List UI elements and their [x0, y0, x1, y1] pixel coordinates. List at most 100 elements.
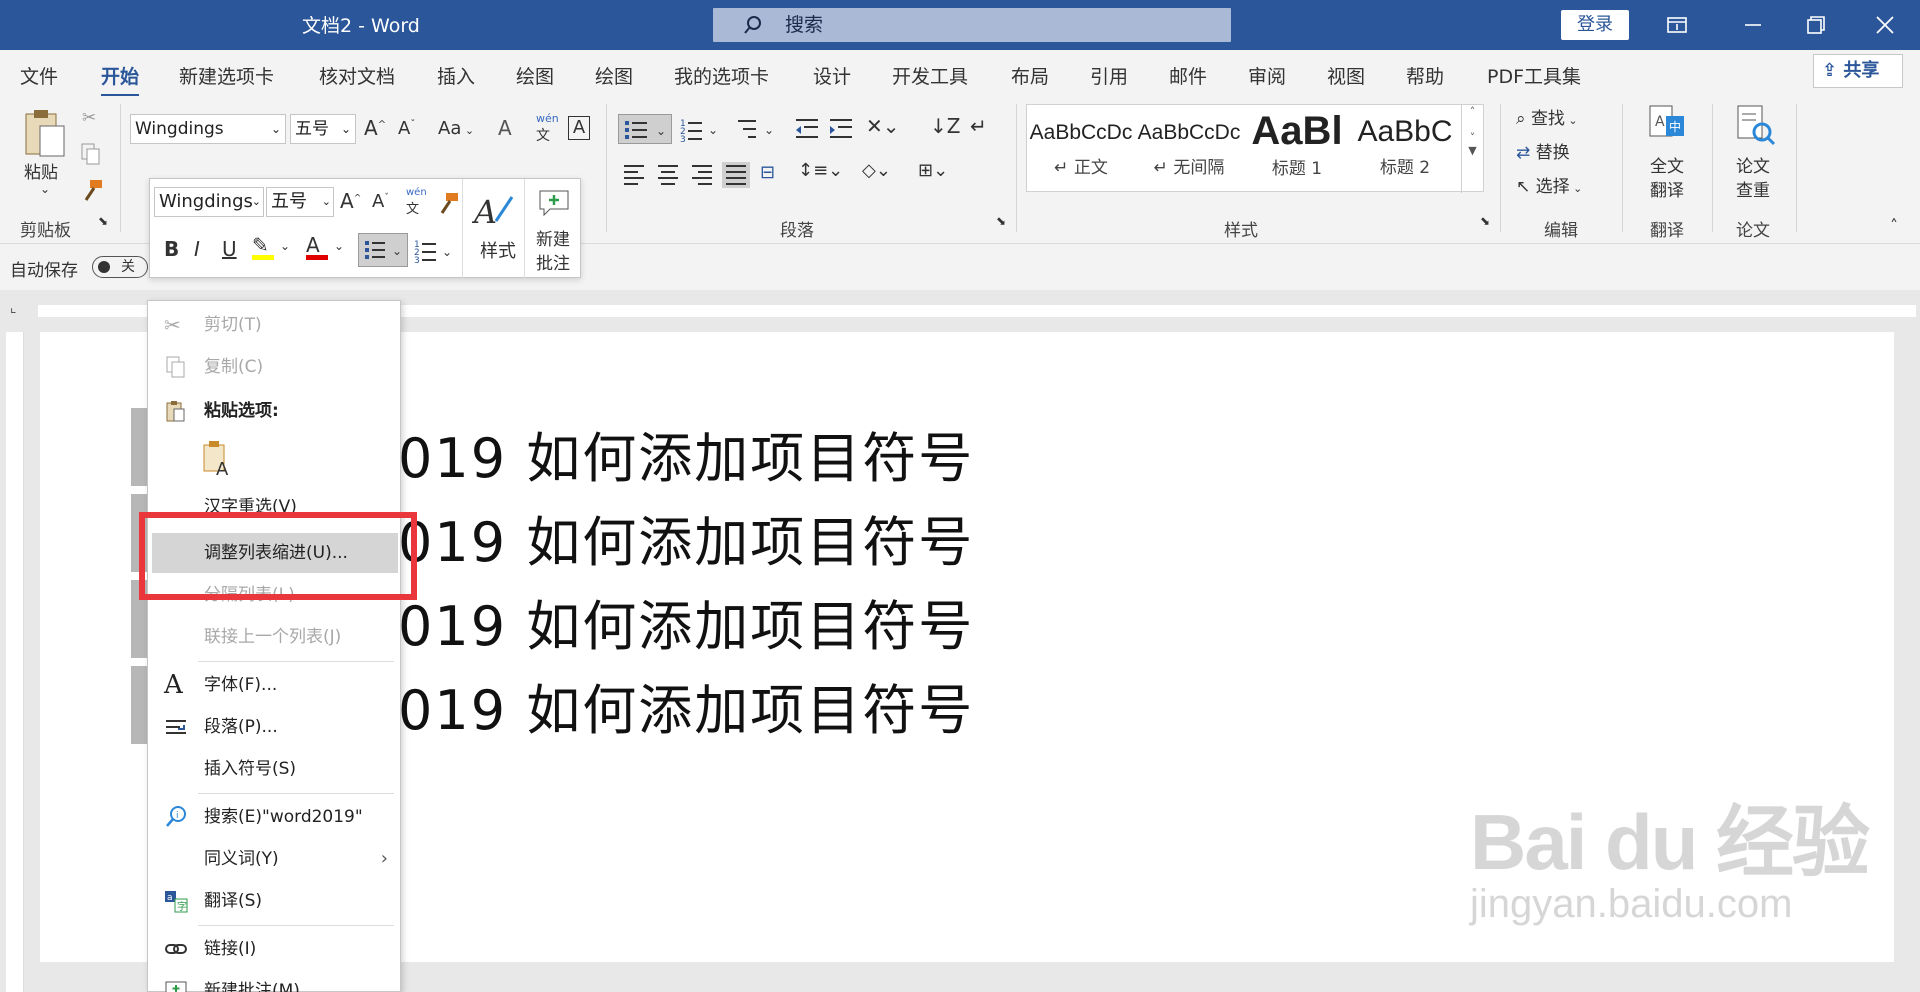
- ribbon-display-options-icon[interactable]: [1664, 12, 1690, 38]
- menu-item-copy[interactable]: 复制(C): [148, 347, 400, 387]
- sort-icon[interactable]: ↓Z: [930, 114, 960, 138]
- tab-review[interactable]: 审阅: [1248, 62, 1286, 89]
- minimize-icon[interactable]: [1740, 12, 1766, 38]
- underline-button[interactable]: U: [222, 237, 237, 261]
- mini-numbering-icon[interactable]: 123⌄: [412, 235, 456, 267]
- tab-selector-icon[interactable]: ⌞: [10, 300, 17, 316]
- decrease-indent-icon[interactable]: [794, 116, 820, 142]
- tab-my-tab[interactable]: 我的选项卡: [674, 62, 769, 89]
- mini-font-size-select[interactable]: 五号 ⌄: [266, 187, 334, 217]
- change-case-button[interactable]: Aa ⌄: [438, 118, 474, 139]
- tab-help[interactable]: 帮助: [1406, 62, 1444, 89]
- tab-draw-1[interactable]: 绘图: [516, 62, 554, 89]
- grow-font-icon[interactable]: A^: [364, 116, 386, 140]
- line-spacing-icon[interactable]: ↕≡⌄: [798, 160, 843, 181]
- document-line[interactable]: 019 如何添加项目符号: [398, 498, 974, 577]
- tab-draw-2[interactable]: 绘图: [595, 62, 633, 89]
- tab-home[interactable]: 开始: [101, 62, 140, 97]
- chevron-down-icon[interactable]: ⌄: [334, 239, 344, 253]
- multilevel-list-icon[interactable]: ⌄: [734, 114, 776, 144]
- mini-bullets-button[interactable]: ⌄: [358, 233, 408, 267]
- numbering-icon[interactable]: 123⌄: [678, 114, 720, 144]
- select-button[interactable]: ↖ 选择 ⌄: [1516, 172, 1582, 197]
- increase-indent-icon[interactable]: [828, 116, 854, 142]
- style-normal[interactable]: AaBbCcDc ↵ 正文: [1027, 105, 1135, 193]
- clipboard-launcher-icon[interactable]: ⬊: [98, 214, 108, 228]
- tab-mailings[interactable]: 邮件: [1169, 62, 1207, 89]
- mini-phonetic-icon[interactable]: wén 文: [406, 187, 427, 217]
- mini-shrink-font-icon[interactable]: Aˇ: [372, 191, 389, 212]
- paste-dropdown-icon[interactable]: ⌄: [40, 182, 50, 196]
- paper-check-icon[interactable]: [1734, 104, 1778, 148]
- tab-developer[interactable]: 开发工具: [892, 62, 968, 89]
- shading-icon[interactable]: ◇⌄: [862, 160, 891, 181]
- close-icon[interactable]: [1872, 12, 1898, 38]
- mini-format-painter-icon[interactable]: [436, 191, 460, 215]
- tab-view[interactable]: 视图: [1327, 62, 1365, 89]
- tab-review-doc[interactable]: 核对文档: [319, 62, 395, 89]
- find-button[interactable]: ⌕ 查找 ⌄: [1516, 104, 1578, 129]
- menu-item-synonyms[interactable]: 同义词(Y) ›: [148, 839, 400, 879]
- menu-item-font[interactable]: A 字体(F)...: [148, 665, 400, 705]
- paste-keep-text-icon[interactable]: A: [202, 439, 234, 479]
- restore-icon[interactable]: [1803, 12, 1829, 38]
- enclose-char-icon[interactable]: A: [568, 116, 590, 140]
- search-box[interactable]: 搜索: [713, 8, 1231, 42]
- replace-button[interactable]: ⇄ 替换: [1516, 138, 1570, 163]
- style-heading-2[interactable]: AaBbC 标题 2: [1351, 105, 1459, 193]
- tab-layout[interactable]: 布局: [1011, 62, 1049, 89]
- italic-button[interactable]: I: [194, 237, 200, 261]
- tab-references[interactable]: 引用: [1090, 62, 1128, 89]
- login-button[interactable]: 登录: [1561, 10, 1629, 40]
- format-painter-icon[interactable]: [80, 178, 104, 202]
- bold-button[interactable]: B: [164, 237, 179, 261]
- font-color-button[interactable]: A: [306, 233, 328, 260]
- mini-font-family-select[interactable]: Wingdings ⌄: [154, 187, 264, 217]
- paragraph-launcher-icon[interactable]: ⬊: [996, 214, 1006, 228]
- menu-item-translate[interactable]: a字 翻译(S): [148, 881, 400, 921]
- mini-new-comment-label-1[interactable]: 新建: [536, 225, 570, 250]
- menu-item-new-comment[interactable]: 新建批注(M): [148, 971, 400, 992]
- tab-design[interactable]: 设计: [813, 62, 851, 89]
- paste-icon[interactable]: [22, 106, 68, 162]
- collapse-ribbon-icon[interactable]: ˄: [1890, 216, 1898, 235]
- styles-launcher-icon[interactable]: ⬊: [1480, 214, 1490, 228]
- clear-formatting-icon[interactable]: A: [498, 116, 512, 140]
- document-line[interactable]: 019 如何添加项目符号: [398, 414, 974, 493]
- menu-item-search[interactable]: i 搜索(E)"word2019": [148, 797, 400, 837]
- menu-item-join-previous-list[interactable]: 联接上一个列表(J): [148, 617, 400, 657]
- distributed-icon[interactable]: ⊟: [760, 162, 775, 183]
- highlight-button[interactable]: ✎: [252, 233, 274, 260]
- mini-new-comment-label-2[interactable]: 批注: [536, 249, 570, 274]
- menu-item-paragraph[interactable]: 段落(P)...: [148, 707, 400, 747]
- chevron-down-icon[interactable]: ⌄: [280, 239, 290, 253]
- mini-grow-font-icon[interactable]: A^: [340, 189, 361, 213]
- paste-label[interactable]: 粘贴: [24, 158, 58, 183]
- tab-insert[interactable]: 插入: [437, 62, 475, 89]
- font-size-select[interactable]: 五号 ⌄: [290, 114, 356, 144]
- new-comment-icon[interactable]: [536, 187, 572, 219]
- style-no-spacing[interactable]: AaBbCcDc ↵ 无间隔: [1135, 105, 1243, 193]
- chinese-layout-icon[interactable]: ✕⌄: [866, 114, 900, 138]
- paper-check-label-1[interactable]: 论文: [1736, 152, 1770, 177]
- style-heading-1[interactable]: AaBl 标题 1: [1243, 105, 1351, 193]
- document-line[interactable]: 019 如何添加项目符号: [398, 666, 974, 745]
- copy-icon[interactable]: [80, 142, 102, 166]
- phonetic-guide-icon[interactable]: wén 文: [536, 112, 559, 145]
- full-translate-label-2[interactable]: 翻译: [1650, 176, 1684, 201]
- mini-styles-label[interactable]: 样式: [480, 237, 516, 263]
- menu-item-link[interactable]: 链接(I): [148, 929, 400, 969]
- alignment-icons[interactable]: [622, 162, 752, 188]
- tab-pdf-tools[interactable]: PDF工具集: [1487, 62, 1581, 89]
- shrink-font-icon[interactable]: Aˇ: [398, 118, 415, 139]
- paper-check-label-2[interactable]: 查重: [1736, 176, 1770, 201]
- tab-new-tab[interactable]: 新建选项卡: [179, 62, 274, 89]
- translate-doc-icon[interactable]: A中: [1646, 104, 1686, 144]
- font-family-select[interactable]: Wingdings ⌄: [130, 114, 286, 144]
- styles-brush-icon[interactable]: A: [472, 189, 516, 229]
- tab-file[interactable]: 文件: [20, 62, 58, 89]
- borders-icon[interactable]: ⊞⌄: [918, 160, 948, 181]
- full-translate-label-1[interactable]: 全文: [1650, 152, 1684, 177]
- share-button[interactable]: ⇪ 共享: [1813, 54, 1903, 88]
- autosave-toggle[interactable]: 关: [92, 256, 148, 278]
